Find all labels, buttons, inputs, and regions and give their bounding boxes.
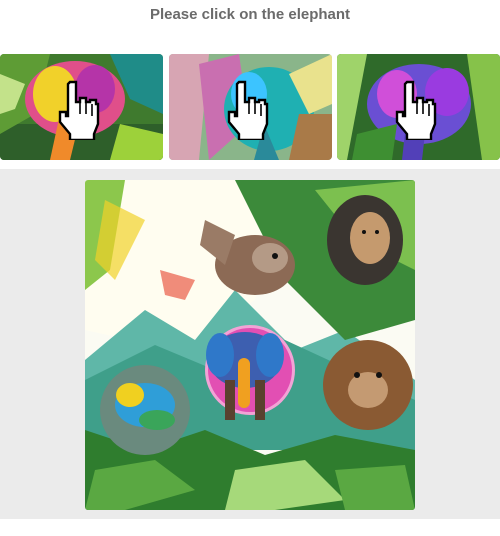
challenge-image[interactable] — [85, 180, 415, 510]
captcha-window: Please click on the elephant — [0, 0, 500, 536]
answer-tile-2[interactable] — [169, 54, 332, 160]
jungle-scene-artwork — [85, 180, 415, 510]
pointer-hand-icon — [58, 80, 100, 140]
captcha-footer — [0, 519, 500, 536]
captcha-prompt: Please click on the elephant — [149, 6, 351, 23]
answer-tile-1[interactable] — [0, 54, 163, 160]
pointer-hand-icon — [227, 80, 269, 140]
pointer-hand-icon — [395, 80, 437, 140]
answer-tile-3[interactable] — [337, 54, 500, 160]
